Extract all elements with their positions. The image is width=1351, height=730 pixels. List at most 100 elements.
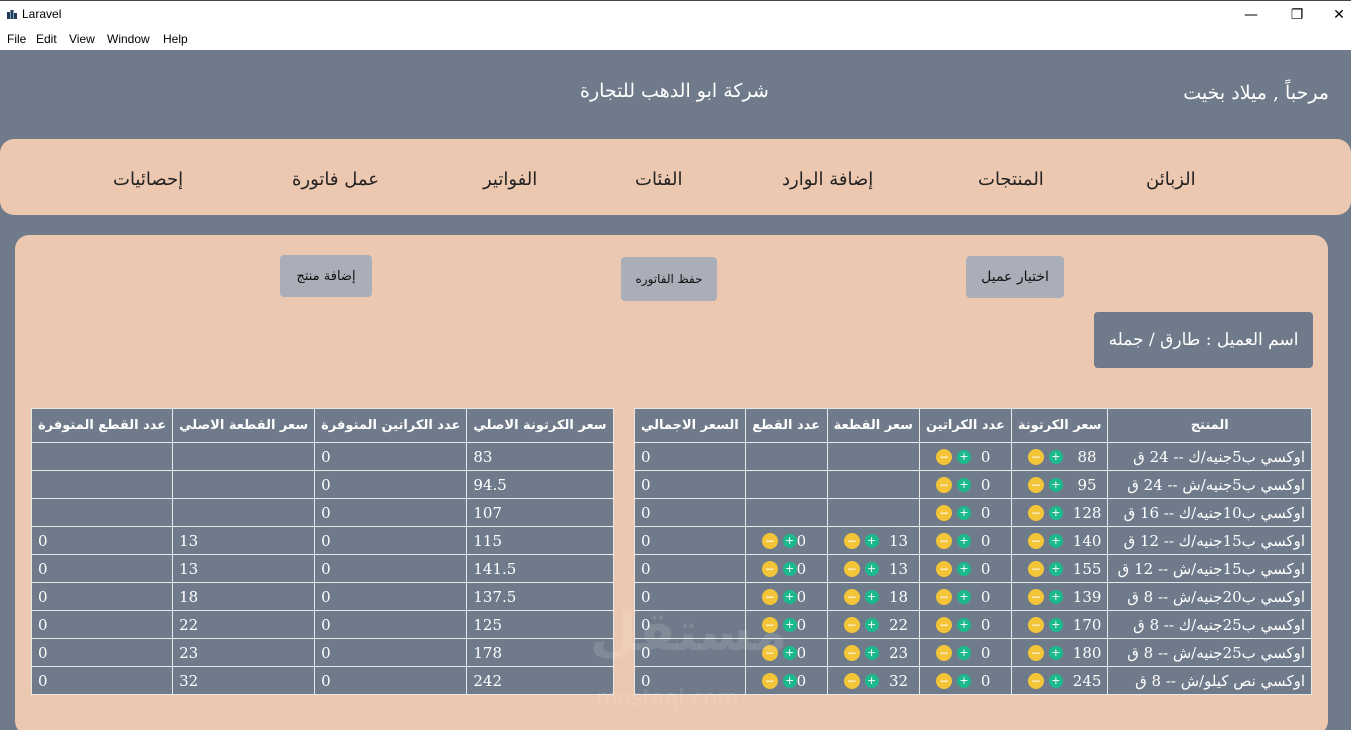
minus-icon[interactable]: − bbox=[1027, 616, 1044, 633]
minus-icon[interactable]: − bbox=[761, 560, 778, 577]
quantity-controls: + − bbox=[935, 672, 971, 689]
quantity-controls: + − bbox=[843, 616, 879, 633]
col-carton-price: سعر الكرتونة bbox=[1010, 408, 1109, 443]
nav-statistics[interactable]: إحصائيات bbox=[113, 169, 183, 190]
minus-icon[interactable]: − bbox=[935, 616, 952, 633]
minus-icon[interactable]: − bbox=[935, 476, 952, 493]
plus-icon[interactable]: + bbox=[956, 617, 971, 632]
minus-icon[interactable]: − bbox=[843, 588, 860, 605]
save-invoice-button[interactable]: حفظ الفاتوره bbox=[621, 257, 717, 301]
nav-add-incoming[interactable]: إضافة الوارد bbox=[782, 169, 873, 190]
minus-icon[interactable]: − bbox=[761, 588, 778, 605]
maximize-icon[interactable]: ❐ bbox=[1274, 4, 1320, 26]
minus-icon[interactable]: − bbox=[843, 532, 860, 549]
menu-window[interactable]: Window bbox=[107, 32, 150, 46]
orig-piece-price bbox=[172, 470, 316, 499]
nav-create-invoice[interactable]: عمل فاتورة bbox=[292, 169, 379, 190]
plus-icon[interactable]: + bbox=[1048, 533, 1063, 548]
plus-icon[interactable]: + bbox=[782, 533, 797, 548]
minus-icon[interactable]: − bbox=[1027, 672, 1044, 689]
pieces-cell bbox=[744, 470, 828, 499]
plus-icon[interactable]: + bbox=[956, 589, 971, 604]
plus-icon[interactable]: + bbox=[1048, 673, 1063, 688]
plus-icon[interactable]: + bbox=[1048, 561, 1063, 576]
plus-icon[interactable]: + bbox=[1048, 589, 1063, 604]
plus-icon[interactable]: + bbox=[864, 533, 879, 548]
plus-icon[interactable]: + bbox=[956, 645, 971, 660]
minus-icon[interactable]: − bbox=[761, 672, 778, 689]
minus-icon[interactable]: − bbox=[761, 644, 778, 661]
plus-icon[interactable]: + bbox=[864, 561, 879, 576]
quantity-controls: + − bbox=[761, 644, 797, 661]
plus-icon[interactable]: + bbox=[782, 645, 797, 660]
plus-icon[interactable]: + bbox=[1048, 505, 1063, 520]
col-pieces-available: عدد القطع المتوفرة bbox=[30, 408, 174, 443]
minus-icon[interactable]: − bbox=[843, 616, 860, 633]
plus-icon[interactable]: + bbox=[1048, 449, 1063, 464]
carton-price: 139 bbox=[1072, 587, 1102, 606]
pieces-available bbox=[30, 498, 174, 527]
plus-icon[interactable]: + bbox=[956, 477, 971, 492]
plus-icon[interactable]: + bbox=[864, 645, 879, 660]
minus-icon[interactable]: − bbox=[935, 560, 952, 577]
nav-products[interactable]: المنتجات bbox=[978, 169, 1044, 190]
pieces-available: 0 bbox=[30, 610, 174, 639]
plus-icon[interactable]: + bbox=[956, 505, 971, 520]
plus-icon[interactable]: + bbox=[782, 589, 797, 604]
plus-icon[interactable]: + bbox=[956, 449, 971, 464]
nav-invoices[interactable]: الفواتير bbox=[483, 169, 537, 190]
minus-icon[interactable]: − bbox=[935, 504, 952, 521]
orig-piece-price: 13 bbox=[172, 554, 316, 583]
plus-icon[interactable]: + bbox=[864, 589, 879, 604]
plus-icon[interactable]: + bbox=[782, 673, 797, 688]
close-icon[interactable]: ✕ bbox=[1316, 4, 1351, 26]
cartons-available: 0 bbox=[314, 638, 468, 667]
minus-icon[interactable]: − bbox=[1027, 644, 1044, 661]
minus-icon[interactable]: − bbox=[1027, 560, 1044, 577]
plus-icon[interactable]: + bbox=[956, 533, 971, 548]
menu-bar: File Edit View Window Help bbox=[0, 28, 1351, 50]
plus-icon[interactable]: + bbox=[782, 617, 797, 632]
menu-help[interactable]: Help bbox=[163, 32, 188, 46]
plus-icon[interactable]: + bbox=[864, 673, 879, 688]
pieces-available: 0 bbox=[30, 666, 174, 695]
nav-customers[interactable]: الزبائن bbox=[1146, 169, 1196, 190]
minus-icon[interactable]: − bbox=[1027, 504, 1044, 521]
minus-icon[interactable]: − bbox=[843, 560, 860, 577]
nav-categories[interactable]: الفئات bbox=[635, 169, 682, 190]
minus-icon[interactable]: − bbox=[935, 532, 952, 549]
orig-piece-price: 32 bbox=[172, 666, 316, 695]
plus-icon[interactable]: + bbox=[956, 673, 971, 688]
minus-icon[interactable]: − bbox=[1027, 448, 1044, 465]
plus-icon[interactable]: + bbox=[1048, 617, 1063, 632]
invoice-row: اوكسي ب5جنيه/ك -- 24 ق 88 + −0 + −0 bbox=[634, 442, 1312, 471]
minus-icon[interactable]: − bbox=[843, 644, 860, 661]
minus-icon[interactable]: − bbox=[1027, 532, 1044, 549]
minus-icon[interactable]: − bbox=[935, 448, 952, 465]
stock-row: 83 0 bbox=[30, 442, 614, 471]
menu-edit[interactable]: Edit bbox=[36, 32, 57, 46]
minus-icon[interactable]: − bbox=[1027, 588, 1044, 605]
plus-icon[interactable]: + bbox=[782, 561, 797, 576]
stock-table-header: سعر الكرتونة الاصلي عدد الكراتين المتوفر… bbox=[30, 408, 614, 443]
piece-price-cell bbox=[826, 470, 920, 499]
minimize-icon[interactable]: — bbox=[1228, 4, 1274, 26]
minus-icon[interactable]: − bbox=[843, 672, 860, 689]
minus-icon[interactable]: − bbox=[935, 588, 952, 605]
minus-icon[interactable]: − bbox=[761, 532, 778, 549]
choose-client-button[interactable]: اختيار عميل bbox=[966, 256, 1064, 298]
plus-icon[interactable]: + bbox=[1048, 477, 1063, 492]
minus-icon[interactable]: − bbox=[761, 616, 778, 633]
minus-icon[interactable]: − bbox=[1027, 476, 1044, 493]
plus-icon[interactable]: + bbox=[1048, 645, 1063, 660]
minus-icon[interactable]: − bbox=[935, 672, 952, 689]
add-product-button[interactable]: إضافة منتج bbox=[280, 255, 372, 297]
total-price: 0 bbox=[634, 610, 746, 639]
quantity-controls: + − bbox=[935, 476, 971, 493]
menu-file[interactable]: File bbox=[7, 32, 26, 46]
plus-icon[interactable]: + bbox=[956, 561, 971, 576]
main-nav: الزبائن المنتجات إضافة الوارد الفئات الف… bbox=[0, 139, 1351, 215]
menu-view[interactable]: View bbox=[69, 32, 95, 46]
plus-icon[interactable]: + bbox=[864, 617, 879, 632]
minus-icon[interactable]: − bbox=[935, 644, 952, 661]
